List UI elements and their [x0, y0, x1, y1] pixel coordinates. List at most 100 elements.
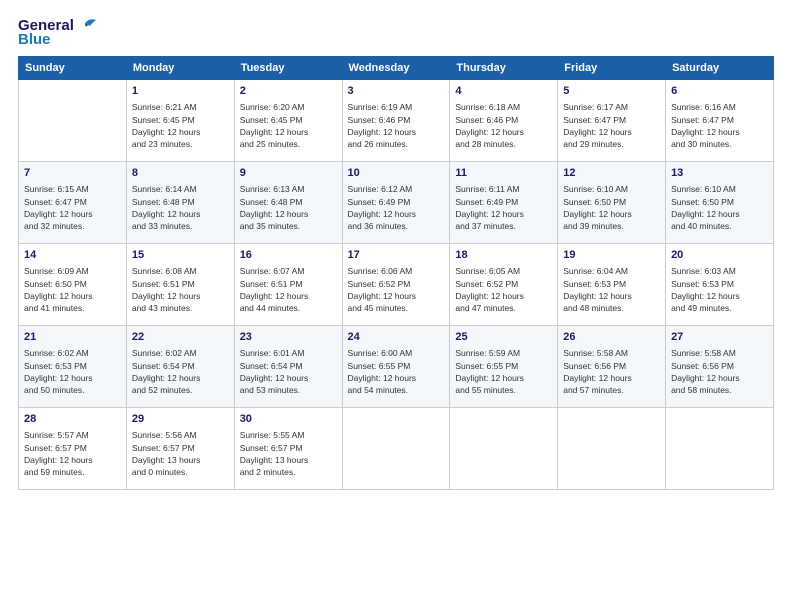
header: General Blue: [18, 18, 774, 48]
day-info: Sunrise: 6:14 AM Sunset: 6:48 PM Dayligh…: [132, 183, 229, 232]
calendar-day: 13 Sunrise: 6:10 AM Sunset: 6:50 PM Dayli…: [666, 162, 774, 244]
day-info: Sunrise: 6:00 AM Sunset: 6:55 PM Dayligh…: [348, 347, 445, 396]
calendar-day: 28 Sunrise: 5:57 AM Sunset: 6:57 PM Dayli…: [19, 408, 127, 490]
weekday-header-thursday: Thursday: [450, 57, 558, 80]
calendar-day: 8 Sunrise: 6:14 AM Sunset: 6:48 PM Daylig…: [126, 162, 234, 244]
day-info: Sunrise: 6:15 AM Sunset: 6:47 PM Dayligh…: [24, 183, 121, 232]
day-info: Sunrise: 6:12 AM Sunset: 6:49 PM Dayligh…: [348, 183, 445, 232]
day-info: Sunrise: 5:58 AM Sunset: 6:56 PM Dayligh…: [671, 347, 768, 396]
day-number: 7: [24, 166, 121, 181]
day-number: 22: [132, 330, 229, 345]
calendar-day: 23 Sunrise: 6:01 AM Sunset: 6:54 PM Dayli…: [234, 326, 342, 408]
day-number: 4: [455, 84, 552, 99]
day-info: Sunrise: 6:19 AM Sunset: 6:46 PM Dayligh…: [348, 101, 445, 150]
calendar-day: 19Sunrise: 6:04 AM Sunset: 6:53 PM Dayli…: [558, 244, 666, 326]
day-info: Sunrise: 6:01 AM Sunset: 6:54 PM Dayligh…: [240, 347, 337, 396]
calendar-day: [450, 408, 558, 490]
day-number: 20: [671, 248, 768, 263]
day-number: 18: [455, 248, 552, 263]
calendar-day: 22Sunrise: 6:02 AM Sunset: 6:54 PM Dayli…: [126, 326, 234, 408]
day-number: 26: [563, 330, 660, 345]
calendar-table: SundayMondayTuesdayWednesdayThursdayFrid…: [18, 56, 774, 490]
calendar-day: 3Sunrise: 6:19 AM Sunset: 6:46 PM Daylig…: [342, 80, 450, 162]
calendar-day: 4 Sunrise: 6:18 AM Sunset: 6:46 PM Daylig…: [450, 80, 558, 162]
day-info: Sunrise: 5:56 AM Sunset: 6:57 PM Dayligh…: [132, 429, 229, 478]
weekday-header-saturday: Saturday: [666, 57, 774, 80]
calendar-day: 29 Sunrise: 5:56 AM Sunset: 6:57 PM Dayli…: [126, 408, 234, 490]
day-number: 25: [455, 330, 552, 345]
day-number: 21: [24, 330, 121, 345]
day-info: Sunrise: 6:11 AM Sunset: 6:49 PM Dayligh…: [455, 183, 552, 232]
day-number: 10: [348, 166, 445, 181]
day-number: 19: [563, 248, 660, 263]
day-info: Sunrise: 6:13 AM Sunset: 6:48 PM Dayligh…: [240, 183, 337, 232]
calendar-week-1: 1 Sunrise: 6:21 AM Sunset: 6:45 PM Daylig…: [19, 80, 774, 162]
day-number: 16: [240, 248, 337, 263]
day-info: Sunrise: 6:09 AM Sunset: 6:50 PM Dayligh…: [24, 265, 121, 314]
day-info: Sunrise: 6:02 AM Sunset: 6:53 PM Dayligh…: [24, 347, 121, 396]
calendar-day: 10 Sunrise: 6:12 AM Sunset: 6:49 PM Dayli…: [342, 162, 450, 244]
day-number: 24: [348, 330, 445, 345]
day-info: Sunrise: 6:03 AM Sunset: 6:53 PM Dayligh…: [671, 265, 768, 314]
calendar-day: 27 Sunrise: 5:58 AM Sunset: 6:56 PM Dayli…: [666, 326, 774, 408]
day-number: 11: [455, 166, 552, 181]
weekday-header-tuesday: Tuesday: [234, 57, 342, 80]
calendar-day: 5 Sunrise: 6:17 AM Sunset: 6:47 PM Daylig…: [558, 80, 666, 162]
day-number: 9: [240, 166, 337, 181]
day-number: 6: [671, 84, 768, 99]
day-info: Sunrise: 6:21 AM Sunset: 6:45 PM Dayligh…: [132, 101, 229, 150]
day-info: Sunrise: 5:59 AM Sunset: 6:55 PM Dayligh…: [455, 347, 552, 396]
calendar-day: 12Sunrise: 6:10 AM Sunset: 6:50 PM Dayli…: [558, 162, 666, 244]
weekday-header-sunday: Sunday: [19, 57, 127, 80]
day-info: Sunrise: 5:58 AM Sunset: 6:56 PM Dayligh…: [563, 347, 660, 396]
day-number: 14: [24, 248, 121, 263]
day-number: 29: [132, 412, 229, 427]
day-info: Sunrise: 6:18 AM Sunset: 6:46 PM Dayligh…: [455, 101, 552, 150]
day-number: 28: [24, 412, 121, 427]
calendar-day: 1 Sunrise: 6:21 AM Sunset: 6:45 PM Daylig…: [126, 80, 234, 162]
day-info: Sunrise: 6:10 AM Sunset: 6:50 PM Dayligh…: [671, 183, 768, 232]
calendar-day: 26 Sunrise: 5:58 AM Sunset: 6:56 PM Dayli…: [558, 326, 666, 408]
day-info: Sunrise: 6:05 AM Sunset: 6:52 PM Dayligh…: [455, 265, 552, 314]
calendar-day: 30Sunrise: 5:55 AM Sunset: 6:57 PM Dayli…: [234, 408, 342, 490]
calendar-day: 24 Sunrise: 6:00 AM Sunset: 6:55 PM Dayli…: [342, 326, 450, 408]
day-number: 23: [240, 330, 337, 345]
weekday-header-monday: Monday: [126, 57, 234, 80]
day-info: Sunrise: 6:06 AM Sunset: 6:52 PM Dayligh…: [348, 265, 445, 314]
calendar-week-2: 7 Sunrise: 6:15 AM Sunset: 6:47 PM Daylig…: [19, 162, 774, 244]
day-info: Sunrise: 6:20 AM Sunset: 6:45 PM Dayligh…: [240, 101, 337, 150]
day-info: Sunrise: 6:07 AM Sunset: 6:51 PM Dayligh…: [240, 265, 337, 314]
calendar-day: 6Sunrise: 6:16 AM Sunset: 6:47 PM Daylig…: [666, 80, 774, 162]
calendar-day: 16 Sunrise: 6:07 AM Sunset: 6:51 PM Dayli…: [234, 244, 342, 326]
day-number: 15: [132, 248, 229, 263]
logo: General Blue: [18, 18, 98, 48]
calendar-day: 9 Sunrise: 6:13 AM Sunset: 6:48 PM Daylig…: [234, 162, 342, 244]
day-info: Sunrise: 6:08 AM Sunset: 6:51 PM Dayligh…: [132, 265, 229, 314]
day-info: Sunrise: 5:55 AM Sunset: 6:57 PM Dayligh…: [240, 429, 337, 478]
calendar-day: [666, 408, 774, 490]
page: General Blue SundayMondayTuesdayWednesda…: [0, 0, 792, 612]
day-number: 1: [132, 84, 229, 99]
day-number: 5: [563, 84, 660, 99]
day-info: Sunrise: 5:57 AM Sunset: 6:57 PM Dayligh…: [24, 429, 121, 478]
logo-bird-icon: [76, 18, 98, 34]
calendar-header-row: SundayMondayTuesdayWednesdayThursdayFrid…: [19, 57, 774, 80]
calendar-day: 7 Sunrise: 6:15 AM Sunset: 6:47 PM Daylig…: [19, 162, 127, 244]
calendar-week-4: 21 Sunrise: 6:02 AM Sunset: 6:53 PM Dayli…: [19, 326, 774, 408]
day-number: 17: [348, 248, 445, 263]
day-info: Sunrise: 6:10 AM Sunset: 6:50 PM Dayligh…: [563, 183, 660, 232]
day-number: 8: [132, 166, 229, 181]
logo-text-blue: Blue: [18, 32, 51, 49]
weekday-header-friday: Friday: [558, 57, 666, 80]
day-number: 13: [671, 166, 768, 181]
day-info: Sunrise: 6:17 AM Sunset: 6:47 PM Dayligh…: [563, 101, 660, 150]
day-number: 2: [240, 84, 337, 99]
calendar-day: [19, 80, 127, 162]
calendar-week-3: 14 Sunrise: 6:09 AM Sunset: 6:50 PM Dayli…: [19, 244, 774, 326]
calendar-day: 18 Sunrise: 6:05 AM Sunset: 6:52 PM Dayli…: [450, 244, 558, 326]
day-number: 27: [671, 330, 768, 345]
calendar-day: 15 Sunrise: 6:08 AM Sunset: 6:51 PM Dayli…: [126, 244, 234, 326]
calendar-day: 25 Sunrise: 5:59 AM Sunset: 6:55 PM Dayli…: [450, 326, 558, 408]
calendar-day: [342, 408, 450, 490]
weekday-header-wednesday: Wednesday: [342, 57, 450, 80]
